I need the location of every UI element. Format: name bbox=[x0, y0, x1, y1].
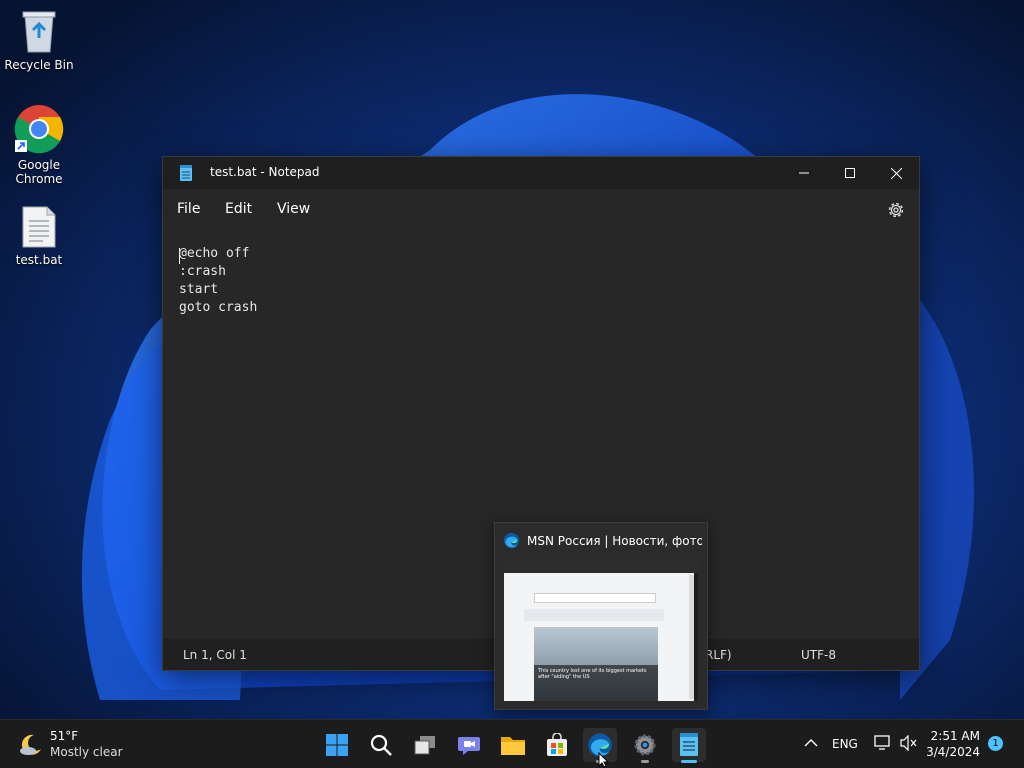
chat-button[interactable] bbox=[452, 728, 486, 762]
notepad-taskbar-button[interactable] bbox=[672, 728, 706, 763]
notification-badge[interactable]: 1 bbox=[988, 736, 1003, 751]
desktop-icon-label: Google Chrome bbox=[15, 158, 63, 186]
close-button[interactable] bbox=[873, 157, 919, 189]
weather-widget[interactable]: 51°F Mostly clear bbox=[14, 727, 134, 763]
moon-cloud-icon bbox=[20, 734, 41, 755]
speaker-muted-icon[interactable] bbox=[900, 735, 918, 751]
notepad-icon bbox=[180, 165, 192, 181]
notepad-icon bbox=[680, 733, 698, 756]
code-line: start bbox=[179, 282, 219, 297]
gear-icon[interactable] bbox=[885, 199, 907, 221]
cursor-position: Ln 1, Col 1 bbox=[183, 648, 247, 662]
file-explorer-button[interactable] bbox=[496, 728, 530, 762]
store-icon bbox=[547, 733, 567, 756]
taskbar: 51°F Mostly clear ENG 2:51 AM 3/4/2024 1 bbox=[0, 719, 1024, 768]
maximize-button[interactable] bbox=[827, 157, 873, 189]
menu-bar: File Edit View bbox=[163, 189, 919, 229]
menu-view[interactable]: View bbox=[277, 201, 310, 217]
minimize-icon bbox=[799, 172, 809, 174]
preview-thumbnail: This country lost one of its biggest mar… bbox=[504, 561, 698, 701]
code-line: goto crash bbox=[179, 300, 258, 315]
menu-file[interactable]: File bbox=[177, 201, 200, 217]
network-icon[interactable] bbox=[874, 735, 892, 751]
store-button[interactable] bbox=[540, 728, 574, 762]
desktop-icon-label: Recycle Bin bbox=[4, 58, 74, 72]
encoding: UTF-8 bbox=[801, 648, 836, 662]
search-button[interactable] bbox=[364, 728, 398, 762]
active-indicator bbox=[681, 760, 697, 763]
folder-icon bbox=[501, 737, 525, 755]
weather-temp: 51°F bbox=[50, 729, 79, 743]
windows-icon bbox=[326, 734, 348, 756]
running-indicator bbox=[641, 760, 649, 763]
title-bar[interactable]: test.bat - Notepad bbox=[163, 157, 919, 189]
code-line: :crash bbox=[179, 264, 226, 279]
teams-chat-icon bbox=[458, 737, 480, 755]
desktop-icon-recycle-bin[interactable]: Recycle Bin bbox=[1, 8, 77, 72]
batch-file-icon bbox=[22, 206, 56, 248]
desktop-icon-test-bat[interactable]: test.bat bbox=[1, 205, 77, 267]
weather-condition: Mostly clear bbox=[50, 745, 123, 759]
maximize-icon bbox=[845, 168, 855, 178]
line-ending: RLF) bbox=[705, 648, 732, 662]
window-title: test.bat - Notepad bbox=[210, 165, 320, 179]
task-view-icon bbox=[414, 736, 435, 755]
clock-date: 3/4/2024 bbox=[926, 745, 980, 759]
edge-icon bbox=[503, 532, 520, 549]
recycle-bin-icon bbox=[22, 11, 56, 53]
mouse-cursor-icon bbox=[598, 752, 610, 768]
settings-gear-icon bbox=[634, 734, 656, 756]
clock-time: 2:51 AM bbox=[930, 729, 980, 743]
close-icon bbox=[890, 167, 902, 179]
language-indicator[interactable]: ENG bbox=[832, 737, 858, 751]
taskbar-preview-edge[interactable]: MSN Россия | Новости, фото,... This coun… bbox=[494, 522, 708, 710]
minimize-button[interactable] bbox=[781, 157, 827, 189]
desktop-icon-google-chrome[interactable]: Google Chrome bbox=[1, 104, 77, 186]
chevron-up-icon[interactable] bbox=[804, 738, 818, 748]
clock[interactable]: 2:51 AM 3/4/2024 bbox=[926, 727, 986, 763]
search-icon bbox=[370, 734, 392, 756]
preview-headline: This country lost one of its biggest mar… bbox=[538, 668, 647, 680]
desktop-icon-label: test.bat bbox=[15, 253, 63, 267]
menu-edit[interactable]: Edit bbox=[225, 201, 252, 217]
task-view-button[interactable] bbox=[408, 728, 442, 762]
start-button[interactable] bbox=[320, 728, 354, 762]
preview-title: MSN Россия | Новости, фото,... bbox=[527, 534, 702, 548]
settings-button[interactable] bbox=[628, 728, 662, 763]
chrome-icon bbox=[14, 105, 64, 154]
code-line: @echo off bbox=[179, 246, 250, 261]
